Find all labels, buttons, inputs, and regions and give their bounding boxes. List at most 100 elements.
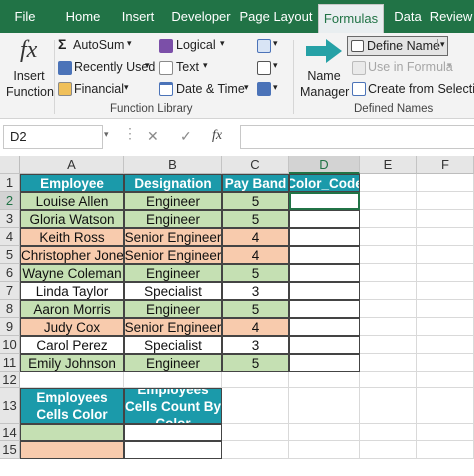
grid-cell[interactable] <box>417 228 474 246</box>
grid-cell[interactable] <box>417 192 474 210</box>
row-header[interactable]: 15 <box>0 441 20 459</box>
grid-cell[interactable] <box>360 174 417 192</box>
grid-cell[interactable] <box>417 424 474 441</box>
grid-cell[interactable] <box>222 372 289 388</box>
grid-cell[interactable] <box>417 441 474 459</box>
row-header[interactable]: 8 <box>0 300 20 318</box>
summary-header-color[interactable]: Employees Cells Color <box>20 388 124 424</box>
table-header-cell[interactable]: Designation <box>124 174 222 192</box>
column-header[interactable]: D <box>289 156 360 174</box>
grid-cell[interactable] <box>417 300 474 318</box>
employee-cell[interactable]: Louise Allen <box>20 192 124 210</box>
tab-page-layout[interactable]: Page Layout <box>238 0 314 33</box>
grid-cell[interactable] <box>20 372 124 388</box>
tab-formulas[interactable]: Formulas <box>318 4 384 33</box>
row-header[interactable]: 14 <box>0 424 20 441</box>
tab-file[interactable]: File <box>0 0 50 33</box>
row-header[interactable]: 12 <box>0 372 20 388</box>
summary-header-count[interactable]: Employees Cells Count By Color <box>124 388 222 424</box>
row-header[interactable]: 4 <box>0 228 20 246</box>
employee-cell[interactable]: Aaron Morris <box>20 300 124 318</box>
employee-cell[interactable]: Emily Johnson <box>20 354 124 372</box>
grid-cell[interactable] <box>417 264 474 282</box>
grid-cell[interactable] <box>417 246 474 264</box>
table-header-cell[interactable]: Pay Band <box>222 174 289 192</box>
grid-cell[interactable] <box>417 336 474 354</box>
grid-cell[interactable] <box>360 388 417 424</box>
math-trig-icon[interactable] <box>257 61 271 75</box>
pay-band-cell[interactable]: 4 <box>222 246 289 264</box>
grid-cell[interactable] <box>417 354 474 372</box>
designation-cell[interactable]: Senior Engineer <box>124 246 222 264</box>
grid-cell[interactable] <box>417 388 474 424</box>
color-code-cell[interactable] <box>289 210 360 228</box>
grid-cell[interactable] <box>289 441 360 459</box>
tab-developer[interactable]: Developer <box>166 0 236 33</box>
employee-cell[interactable]: Carol Perez <box>20 336 124 354</box>
select-all-corner[interactable] <box>0 156 20 174</box>
tab-insert[interactable]: Insert <box>112 0 164 33</box>
tab-home[interactable]: Home <box>54 0 112 33</box>
color-code-cell[interactable] <box>289 246 360 264</box>
grid-cell[interactable] <box>124 372 222 388</box>
active-cell-d2[interactable] <box>289 192 360 210</box>
designation-cell[interactable]: Specialist <box>124 282 222 300</box>
grid-cell[interactable] <box>289 424 360 441</box>
grid-cell[interactable] <box>222 424 289 441</box>
color-code-cell[interactable] <box>289 300 360 318</box>
column-header[interactable]: B <box>124 156 222 174</box>
grid-cell[interactable] <box>360 228 417 246</box>
grid-cell[interactable] <box>360 264 417 282</box>
column-header[interactable]: A <box>20 156 124 174</box>
grid-cell[interactable] <box>360 372 417 388</box>
grid-cell[interactable] <box>417 282 474 300</box>
designation-cell[interactable]: Engineer <box>124 264 222 282</box>
designation-cell[interactable]: Senior Engineer <box>124 318 222 336</box>
summary-count-cell[interactable] <box>124 441 222 459</box>
grid-cell[interactable] <box>360 441 417 459</box>
grid-cell[interactable] <box>222 441 289 459</box>
row-header[interactable]: 5 <box>0 246 20 264</box>
color-code-cell[interactable] <box>289 336 360 354</box>
pay-band-cell[interactable]: 5 <box>222 210 289 228</box>
tab-data[interactable]: Data <box>388 0 428 33</box>
designation-cell[interactable]: Engineer <box>124 300 222 318</box>
row-header[interactable]: 11 <box>0 354 20 372</box>
designation-cell[interactable]: Engineer <box>124 192 222 210</box>
lookup-reference-icon[interactable] <box>257 39 271 53</box>
employee-cell[interactable]: Gloria Watson <box>20 210 124 228</box>
grid-cell[interactable] <box>417 372 474 388</box>
grid-cell[interactable] <box>417 318 474 336</box>
employee-cell[interactable]: Keith Ross <box>20 228 124 246</box>
grid-cell[interactable] <box>360 210 417 228</box>
insert-function-icon[interactable]: fx <box>212 128 222 144</box>
row-header[interactable]: 6 <box>0 264 20 282</box>
tab-review[interactable]: Review <box>428 0 474 33</box>
row-header[interactable]: 13 <box>0 388 20 424</box>
pay-band-cell[interactable]: 5 <box>222 354 289 372</box>
grid-cell[interactable] <box>360 282 417 300</box>
designation-cell[interactable]: Specialist <box>124 336 222 354</box>
designation-cell[interactable]: Senior Engineer <box>124 228 222 246</box>
column-header[interactable]: F <box>417 156 474 174</box>
grid-cell[interactable] <box>222 388 289 424</box>
name-box[interactable]: D2 <box>3 125 103 149</box>
row-header[interactable]: 2 <box>0 192 20 210</box>
employee-cell[interactable]: Linda Taylor <box>20 282 124 300</box>
row-header[interactable]: 1 <box>0 174 20 192</box>
row-header[interactable]: 7 <box>0 282 20 300</box>
summary-color-cell[interactable] <box>20 424 124 441</box>
color-code-cell[interactable] <box>289 318 360 336</box>
grid-cell[interactable] <box>417 210 474 228</box>
grid-cell[interactable] <box>360 300 417 318</box>
summary-color-cell[interactable] <box>20 441 124 459</box>
pay-band-cell[interactable]: 3 <box>222 336 289 354</box>
designation-cell[interactable]: Engineer <box>124 354 222 372</box>
grid-cell[interactable] <box>360 318 417 336</box>
row-header[interactable]: 9 <box>0 318 20 336</box>
grid-cell[interactable] <box>360 246 417 264</box>
column-header[interactable]: C <box>222 156 289 174</box>
color-code-cell[interactable] <box>289 264 360 282</box>
row-header[interactable]: 10 <box>0 336 20 354</box>
name-box-dropdown-icon[interactable]: ▾ <box>104 129 109 140</box>
